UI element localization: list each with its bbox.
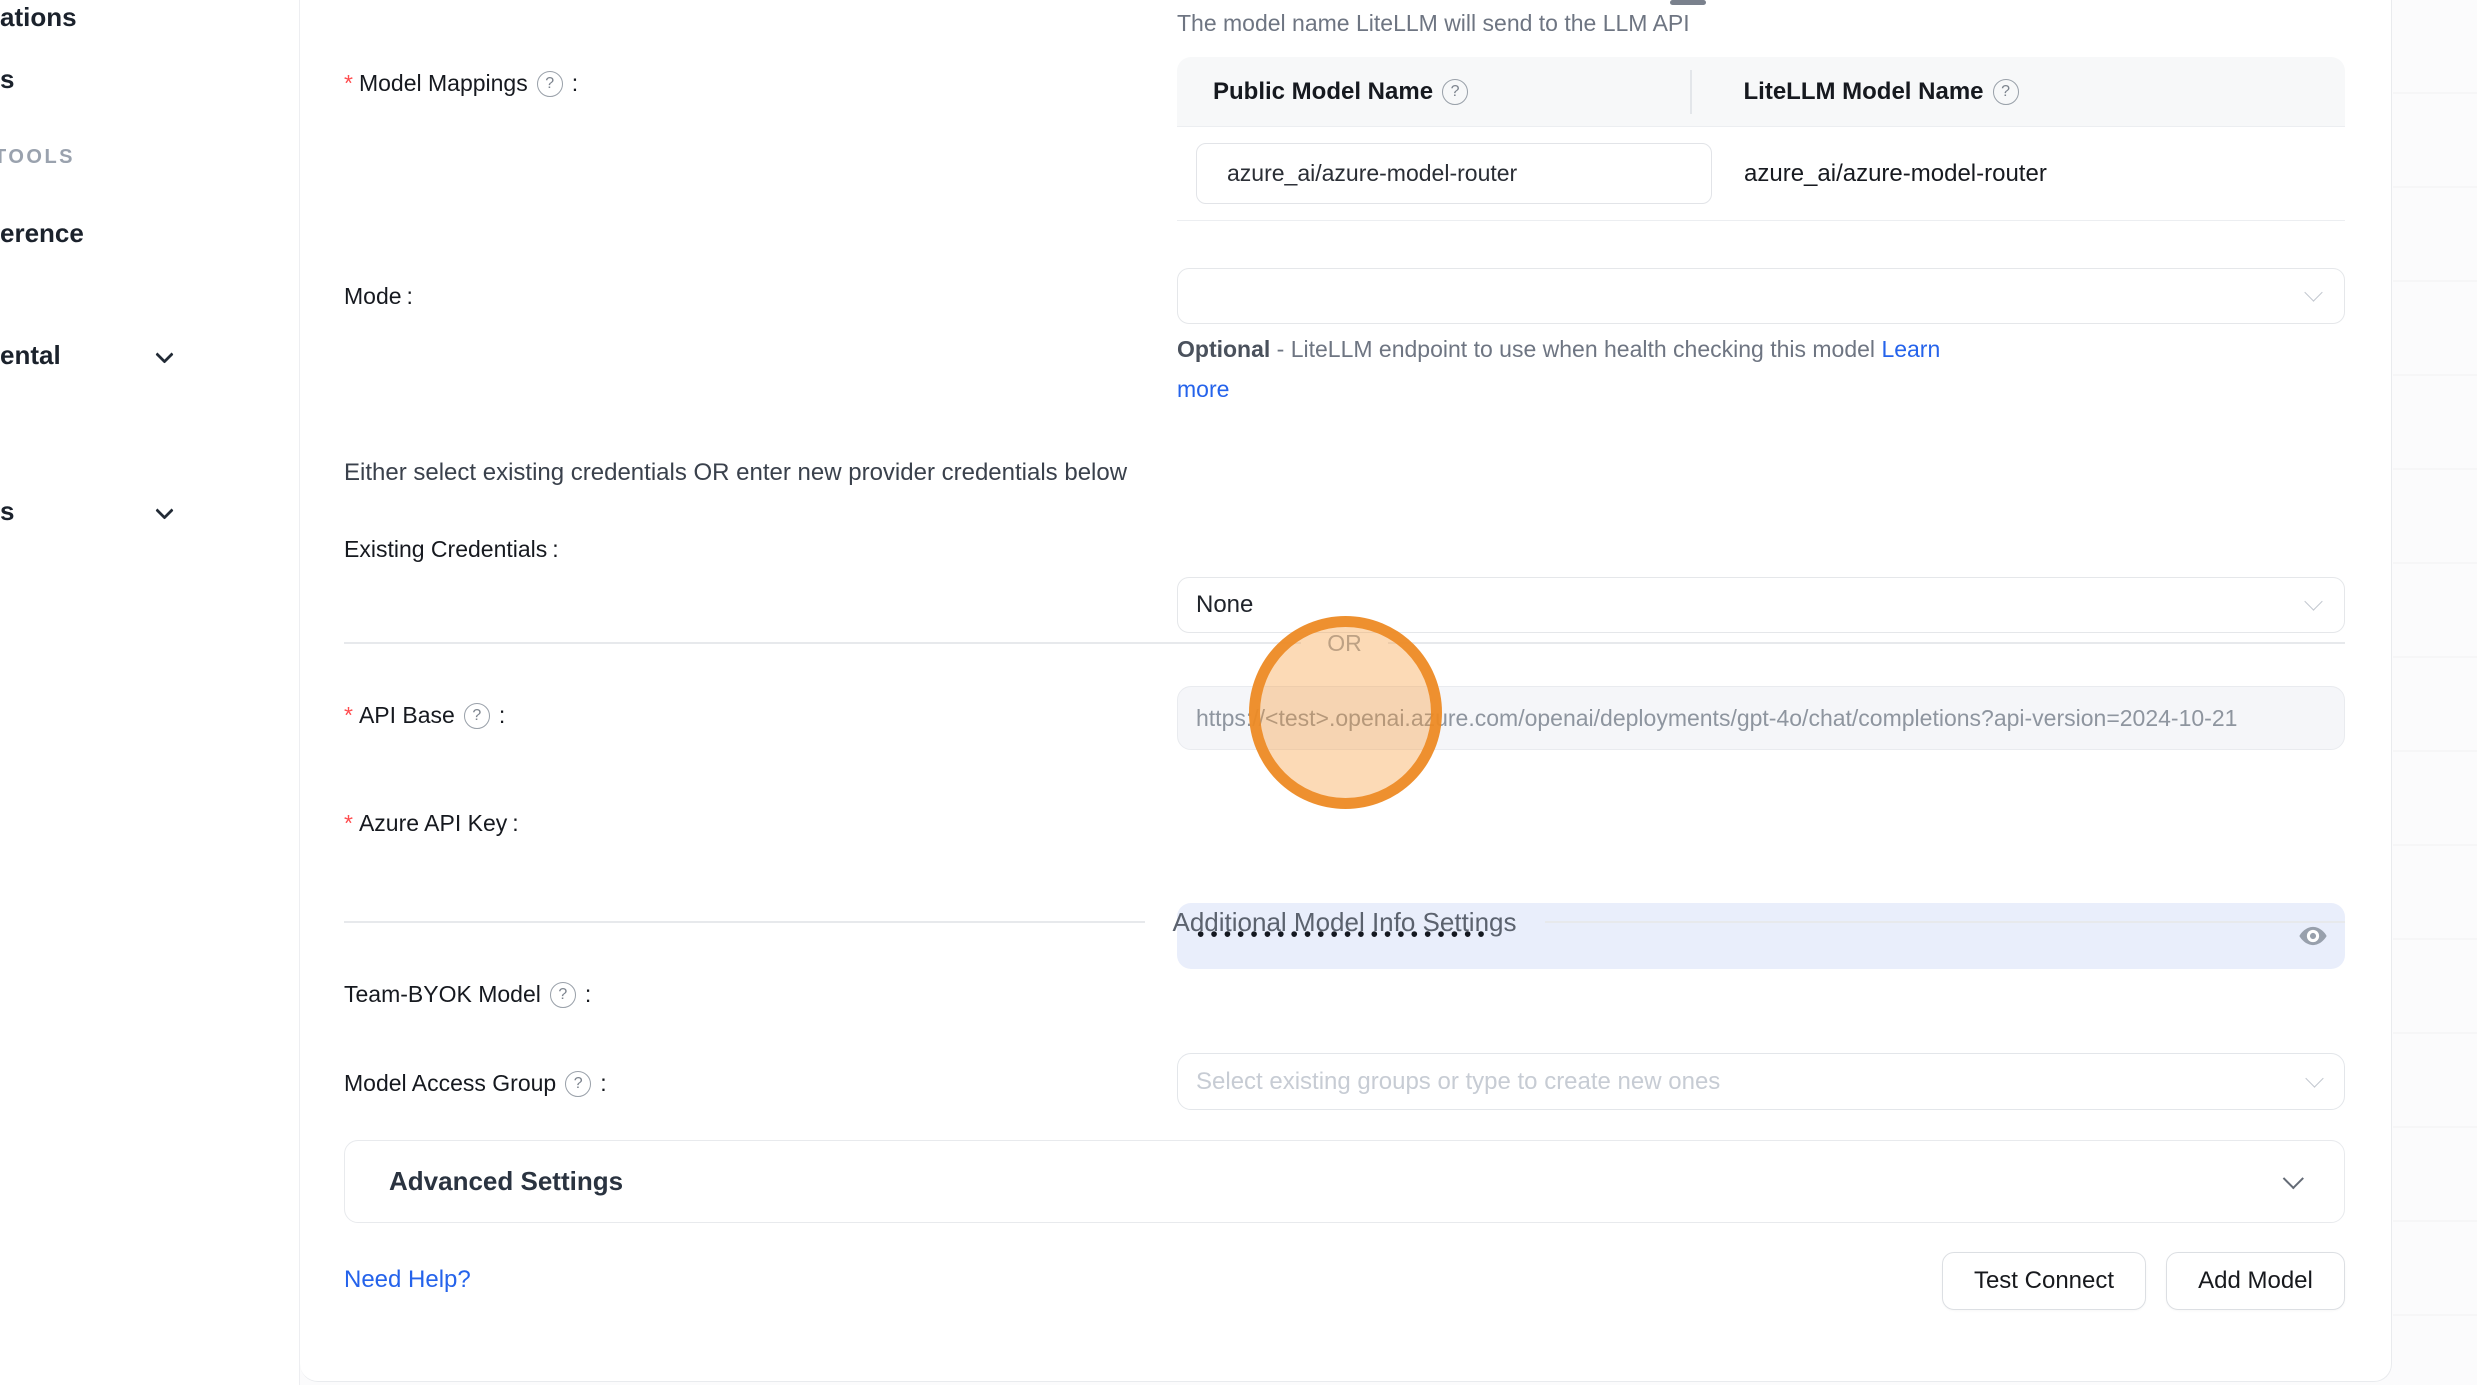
mode-label-text: Mode — [344, 283, 402, 310]
cropped-element-fragment — [1670, 0, 1706, 5]
mode-help-body: - LiteLLM endpoint to use when health ch… — [1270, 336, 1881, 362]
label-colon: : — [512, 810, 518, 837]
public-model-name-header: Public Model Name ? — [1177, 78, 1690, 106]
model-mapping-row: azure_ai/azure-model-router — [1177, 127, 2345, 221]
chevron-down-icon — [2304, 592, 2322, 610]
public-model-name-header-text: Public Model Name — [1213, 78, 1433, 106]
need-help-link[interactable]: Need Help? — [344, 1266, 471, 1294]
sidebar-item-organizations[interactable]: ations — [0, 2, 77, 33]
help-circle-icon[interactable]: ? — [464, 703, 490, 729]
divider-line — [344, 921, 1145, 923]
help-circle-icon[interactable]: ? — [550, 982, 576, 1008]
model-mappings-table-header: Public Model Name ? LiteLLM Model Name ? — [1177, 57, 2345, 127]
label-colon: : — [572, 70, 578, 97]
help-circle-icon[interactable]: ? — [1993, 79, 2019, 105]
help-circle-icon[interactable]: ? — [1442, 79, 1468, 105]
label-colon: : — [407, 283, 413, 310]
add-model-button[interactable]: Add Model — [2166, 1252, 2345, 1310]
model-access-group-field — [1177, 1053, 2345, 1110]
existing-credentials-label: Existing Credentials : — [344, 536, 559, 563]
api-base-label: * API Base ? : — [344, 702, 505, 729]
mode-help-text-line2: more — [1177, 376, 1229, 403]
chevron-down-icon — [2304, 283, 2322, 301]
team-byok-label-text: Team-BYOK Model — [344, 981, 541, 1008]
chevron-down-icon — [155, 345, 173, 363]
required-marker: * — [344, 810, 353, 837]
public-model-name-input[interactable] — [1196, 143, 1712, 204]
credentials-note: Either select existing credentials OR en… — [344, 459, 1127, 487]
model-mappings-label-text: Model Mappings — [359, 70, 528, 97]
azure-api-key-label: * Azure API Key : — [344, 810, 519, 837]
existing-credentials-value: None — [1196, 591, 1253, 619]
model-access-group-label-text: Model Access Group — [344, 1070, 556, 1097]
divider-line — [1545, 921, 2346, 923]
label-colon: : — [499, 702, 505, 729]
divider-line — [1388, 642, 2345, 644]
help-circle-icon[interactable]: ? — [565, 1071, 591, 1097]
litellm-model-name-help-text: The model name LiteLLM will send to the … — [1177, 10, 1690, 37]
page-background — [2393, 0, 2477, 1385]
advanced-settings-panel[interactable]: Advanced Settings — [344, 1140, 2345, 1223]
mode-help-text: Optional - LiteLLM endpoint to use when … — [1177, 336, 1940, 363]
api-base-label-text: API Base — [359, 702, 455, 729]
learn-more-link[interactable]: more — [1177, 376, 1229, 402]
litellm-model-name-header-text: LiteLLM Model Name — [1744, 78, 1984, 106]
test-connect-button[interactable]: Test Connect — [1942, 1252, 2146, 1310]
model-mappings-table: Public Model Name ? LiteLLM Model Name ?… — [1177, 57, 2345, 221]
or-divider-text: OR — [1327, 630, 1362, 657]
api-base-input[interactable] — [1177, 686, 2345, 750]
chevron-down-icon — [155, 501, 173, 519]
additional-settings-divider-text: Additional Model Info Settings — [1173, 907, 1517, 938]
sidebar-item-experimental[interactable]: ental — [0, 340, 61, 371]
model-mappings-label: * Model Mappings ? : — [344, 70, 578, 97]
additional-settings-divider: Additional Model Info Settings — [344, 904, 2345, 940]
mode-select[interactable] — [1177, 268, 2345, 324]
required-marker: * — [344, 702, 353, 729]
divider-line — [344, 642, 1301, 644]
sidebar-item-models[interactable]: s — [0, 64, 14, 95]
or-divider: OR — [344, 628, 2345, 658]
label-colon: : — [600, 1070, 606, 1097]
sidebar-item-settings[interactable]: s — [0, 496, 14, 527]
litellm-model-name-header: LiteLLM Model Name ? — [1692, 78, 2023, 106]
label-colon: : — [552, 536, 558, 563]
label-colon: : — [585, 981, 591, 1008]
mode-label: Mode : — [344, 283, 413, 310]
add-model-form-panel: The model name LiteLLM will send to the … — [300, 0, 2392, 1382]
mode-help-optional: Optional — [1177, 336, 1270, 362]
existing-credentials-label-text: Existing Credentials — [344, 536, 547, 563]
team-byok-label: Team-BYOK Model ? : — [344, 981, 591, 1008]
litellm-model-name-value: azure_ai/azure-model-router — [1744, 127, 2047, 221]
required-marker: * — [344, 70, 353, 97]
learn-more-link[interactable]: Learn — [1881, 336, 1940, 362]
existing-credentials-select[interactable]: None — [1177, 577, 2345, 633]
model-access-group-label: Model Access Group ? : — [344, 1070, 607, 1097]
model-access-group-input[interactable] — [1177, 1053, 2345, 1110]
azure-api-key-label-text: Azure API Key — [359, 810, 507, 837]
help-circle-icon[interactable]: ? — [537, 71, 563, 97]
chevron-down-icon — [2283, 1168, 2304, 1189]
sidebar-item-inference[interactable]: erence — [0, 218, 84, 249]
sidebar: ations s TOOLS erence ental s — [0, 0, 300, 1385]
sidebar-section-tools: TOOLS — [0, 146, 75, 169]
advanced-settings-label: Advanced Settings — [389, 1166, 623, 1197]
